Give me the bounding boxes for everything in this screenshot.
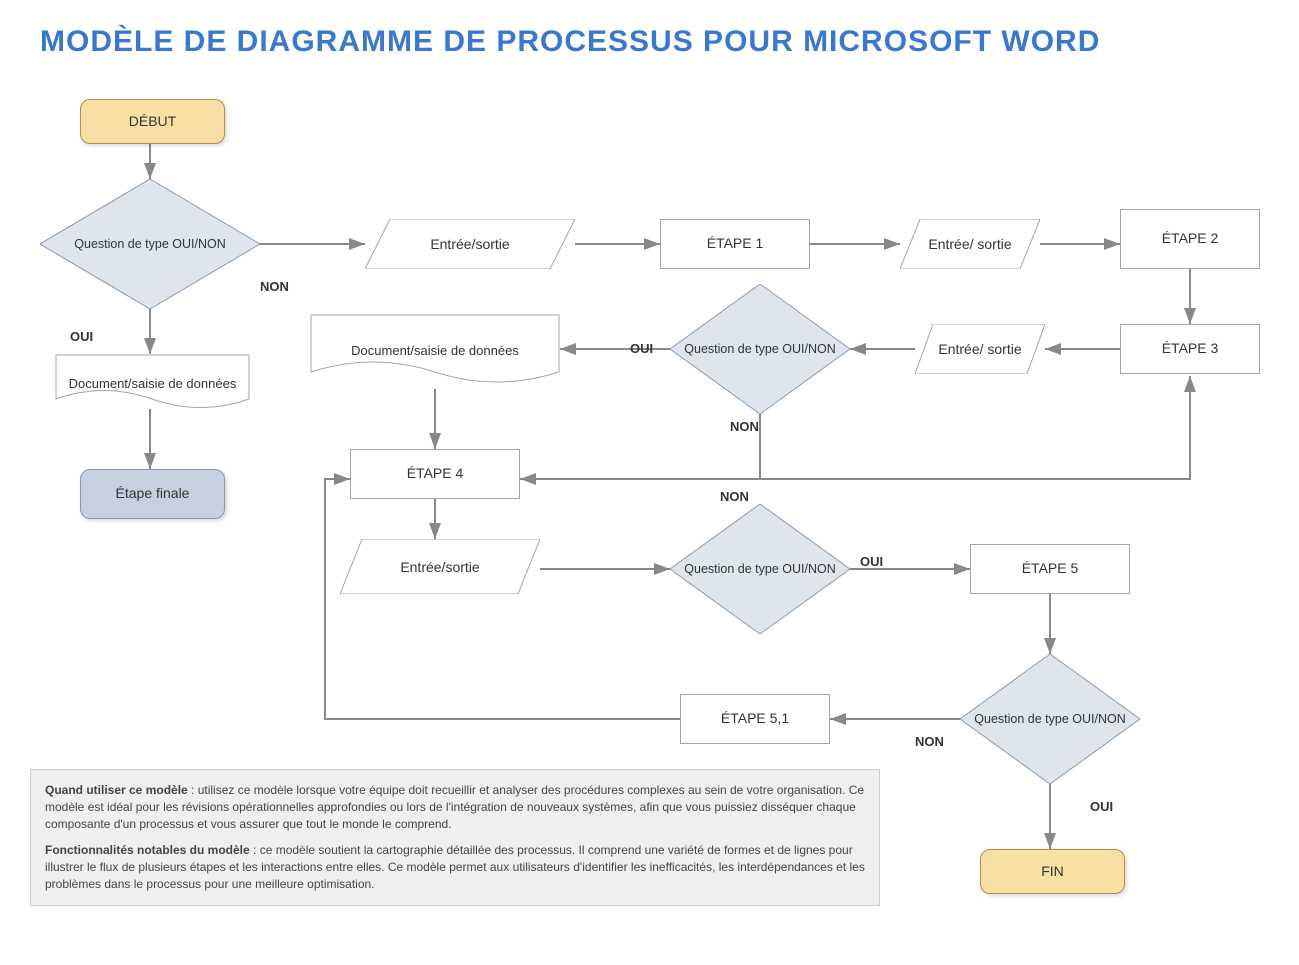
io-3-text: Entrée/ sortie — [938, 341, 1021, 357]
io-3: Entrée/ sortie — [915, 324, 1045, 374]
label-oui-2: OUI — [630, 341, 653, 356]
final-step-node: Étape finale — [80, 469, 225, 519]
decision-q4: Question de type OUI/NON — [960, 654, 1140, 784]
start-node: DÉBUT — [80, 99, 225, 144]
info-p2-label: Fonctionnalités notables du modèle — [45, 843, 250, 857]
label-non-4: NON — [915, 734, 944, 749]
step-2: ÉTAPE 2 — [1120, 209, 1260, 269]
label-non-2b: NON — [720, 489, 749, 504]
label-oui-3: OUI — [860, 554, 883, 569]
step-5-1: ÉTAPE 5,1 — [680, 694, 830, 744]
decision-q2-text: Question de type OUI/NON — [684, 341, 835, 357]
decision-q3-text: Question de type OUI/NON — [684, 561, 835, 577]
decision-q1: Question de type OUI/NON — [40, 179, 260, 309]
label-non-2a: NON — [730, 419, 759, 434]
info-box: Quand utiliser ce modèle : utilisez ce m… — [30, 769, 880, 906]
label-oui-1: OUI — [70, 329, 93, 344]
decision-q4-text: Question de type OUI/NON — [974, 711, 1125, 727]
step-4: ÉTAPE 4 — [350, 449, 520, 499]
io-2-text: Entrée/ sortie — [928, 236, 1011, 252]
io-1: Entrée/sortie — [365, 219, 575, 269]
document-1: Document/saisie de données — [55, 354, 250, 414]
label-oui-4: OUI — [1090, 799, 1113, 814]
decision-q1-text: Question de type OUI/NON — [74, 236, 225, 252]
step-3: ÉTAPE 3 — [1120, 324, 1260, 374]
io-4: Entrée/sortie — [340, 539, 540, 594]
decision-q2: Question de type OUI/NON — [670, 284, 850, 414]
document-2-text: Document/saisie de données — [341, 343, 529, 360]
step-5: ÉTAPE 5 — [970, 544, 1130, 594]
info-p1-label: Quand utiliser ce modèle — [45, 783, 188, 797]
page-title: MODÈLE DE DIAGRAMME DE PROCESSUS POUR MI… — [40, 25, 1269, 59]
io-1-text: Entrée/sortie — [430, 236, 509, 252]
step-1: ÉTAPE 1 — [660, 219, 810, 269]
document-1-text: Document/saisie de données — [59, 376, 247, 393]
io-4-text: Entrée/sortie — [400, 559, 479, 575]
io-2: Entrée/ sortie — [900, 219, 1040, 269]
end-node: FIN — [980, 849, 1125, 894]
diagram-canvas: DÉBUT Question de type OUI/NON OUI NON E… — [30, 79, 1270, 889]
decision-q3: Question de type OUI/NON — [670, 504, 850, 634]
document-2: Document/saisie de données — [310, 314, 560, 389]
label-non-1: NON — [260, 279, 289, 294]
